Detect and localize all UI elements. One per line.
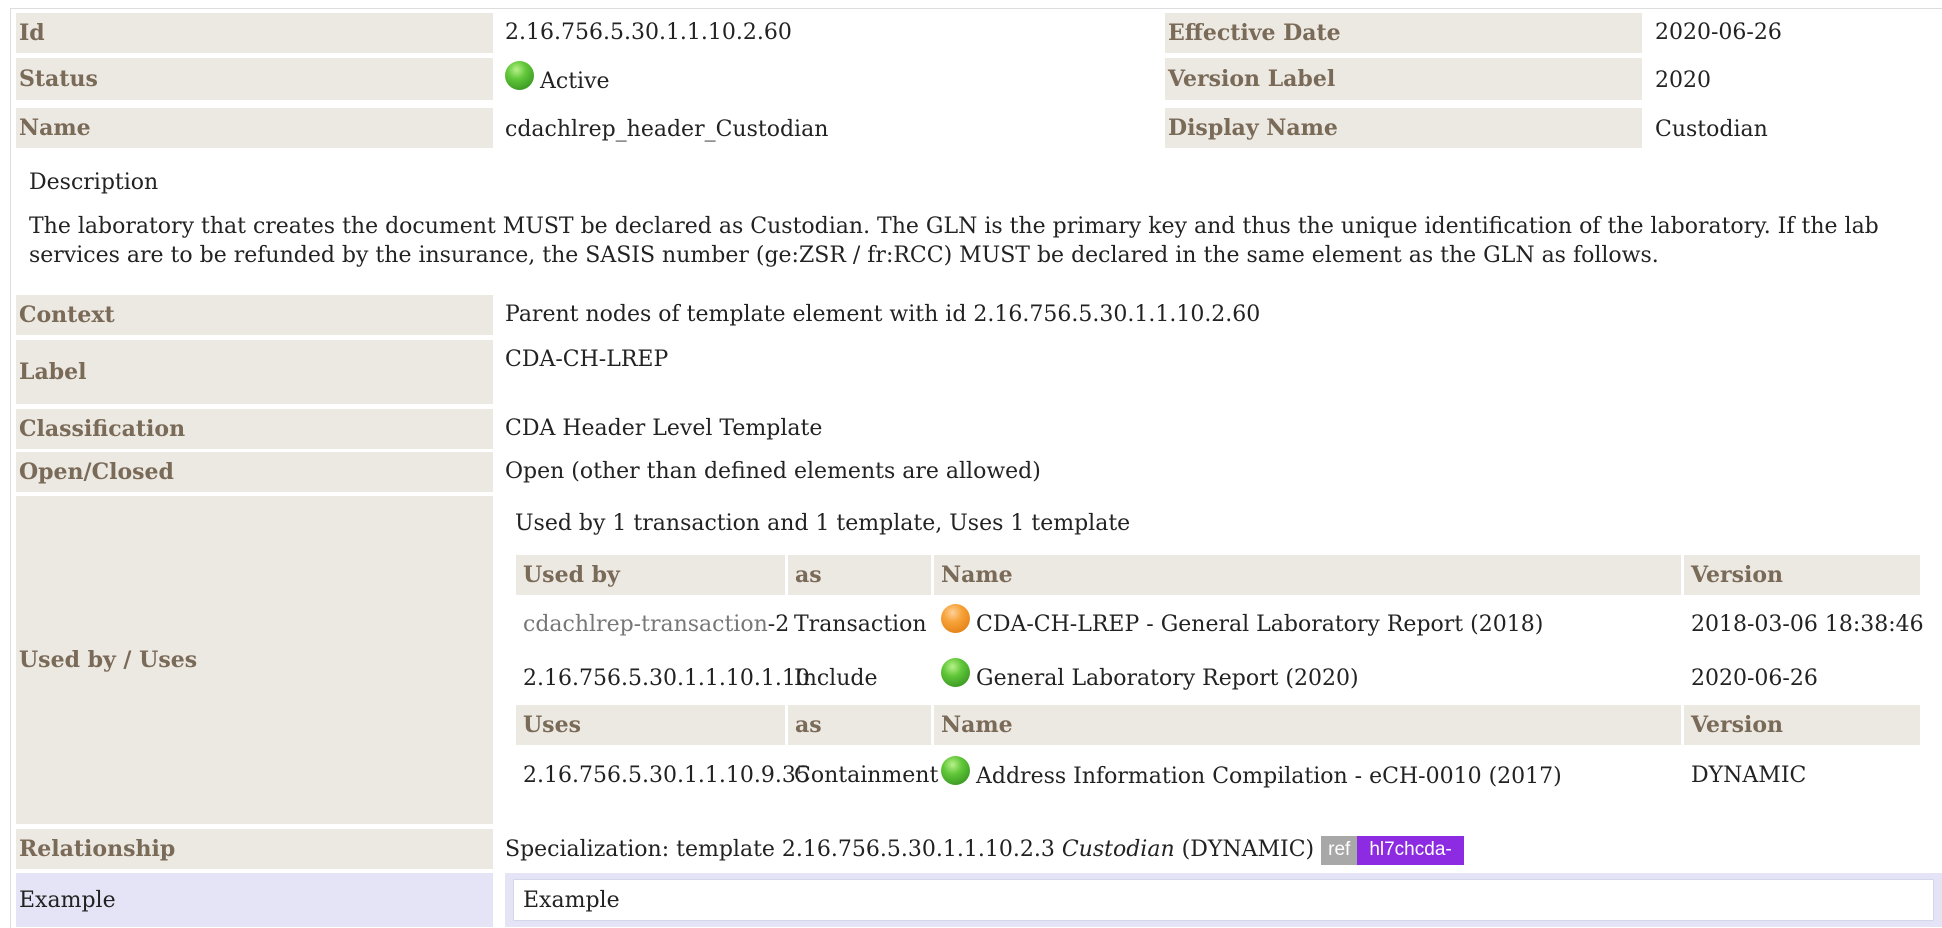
row-version: DYNAMIC [1691, 763, 1807, 788]
example-panel: Example [505, 873, 1942, 927]
relationship-label: Relationship [16, 829, 493, 869]
name-label: Name [16, 108, 493, 148]
row-as: Transaction [794, 612, 927, 637]
version-label-label: Version Label [1165, 58, 1642, 100]
ref-badge: ref [1321, 836, 1358, 865]
open-closed-value: Open (other than defined elements are al… [505, 459, 1041, 484]
uses-name-header: Name [934, 705, 1681, 745]
label-label: Label [16, 340, 493, 404]
id-value: 2.16.756.5.30.1.1.10.2.60 [505, 20, 792, 45]
row-name-link[interactable]: Address Information Compilation - eCH-00… [976, 764, 1562, 789]
row-as: Containment [794, 763, 939, 788]
relationship-value: Specialization: template 2.16.756.5.30.1… [505, 836, 1464, 865]
row-name: Address Information Compilation - eCH-00… [941, 756, 1562, 789]
classification-label: Classification [16, 409, 493, 449]
id-label: Id [16, 13, 493, 53]
effective-date-value: 2020-06-26 [1655, 20, 1782, 45]
row-as: Include [794, 666, 878, 691]
green-status-dot-icon [941, 756, 970, 785]
orange-status-dot-icon [941, 604, 970, 633]
row-name: CDA-CH-LREP - General Laboratory Report … [941, 604, 1543, 637]
used-by-name-header: Name [934, 555, 1681, 595]
row-version: 2020-06-26 [1691, 666, 1818, 691]
uses-version-header: Version [1684, 705, 1920, 745]
row-name: General Laboratory Report (2020) [941, 658, 1359, 691]
green-status-dot-icon [505, 61, 534, 90]
open-closed-label: Open/Closed [16, 452, 493, 492]
row-name-link[interactable]: CDA-CH-LREP - General Laboratory Report … [976, 612, 1543, 637]
relationship-suffix: (DYNAMIC) [1174, 837, 1315, 862]
effective-date-label: Effective Date [1165, 13, 1642, 53]
classification-value: CDA Header Level Template [505, 416, 823, 441]
description-heading: Description [29, 170, 159, 195]
relationship-template-name[interactable]: Custodian [1062, 837, 1175, 862]
used-by-as-header: as [788, 555, 931, 595]
prefix-badge: hl7chcda- [1357, 836, 1464, 865]
used-by-version-header: Version [1684, 555, 1920, 595]
status-value-wrap: Active [505, 61, 610, 94]
description-text: The laboratory that creates the document… [29, 214, 1879, 268]
example-label: Example [16, 873, 493, 927]
status-value: Active [540, 69, 610, 94]
green-status-dot-icon [941, 658, 970, 687]
table-row: cdachlrep-transaction-2 [523, 612, 789, 637]
name-value: cdachlrep_header_Custodian [505, 117, 829, 142]
usage-summary: Used by 1 transaction and 1 template, Us… [515, 511, 1131, 536]
row-ref[interactable]: 2.16.756.5.30.1.1.10.9.35 [523, 763, 810, 788]
used-by-header: Used by [516, 555, 785, 595]
example-title: Example [523, 887, 620, 913]
context-value: Parent nodes of template element with id… [505, 302, 1261, 327]
display-name-label: Display Name [1165, 108, 1642, 148]
row-version: 2018-03-06 18:38:46 [1691, 612, 1924, 637]
row-name-link[interactable]: General Laboratory Report (2020) [976, 666, 1359, 691]
transaction-link[interactable]: cdachlrep-transaction [523, 612, 768, 637]
row-ref[interactable]: 2.16.756.5.30.1.1.10.1.10 [523, 666, 810, 691]
context-label: Context [16, 295, 493, 335]
uses-as-header: as [788, 705, 931, 745]
relationship-prefix: Specialization: template 2.16.756.5.30.1… [505, 837, 1062, 862]
uses-header: Uses [516, 705, 785, 745]
label-value: CDA-CH-LREP [505, 347, 669, 372]
used-by-uses-label: Used by / Uses [16, 496, 493, 824]
transaction-link-suffix: -2 [767, 612, 790, 637]
display-name-value: Custodian [1655, 117, 1768, 142]
status-label: Status [16, 58, 493, 100]
example-box[interactable]: Example [513, 879, 1934, 921]
version-label-value: 2020 [1655, 68, 1711, 93]
